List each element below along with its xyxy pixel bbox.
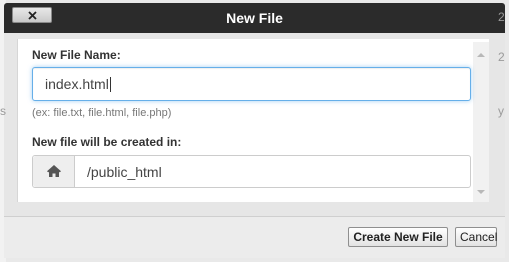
scroll-up-arrow-icon[interactable] bbox=[477, 53, 485, 57]
file-name-label: New File Name: bbox=[32, 48, 121, 62]
background-fragment: y bbox=[498, 104, 504, 118]
background-fragment: 2 bbox=[498, 10, 505, 24]
scrollbar[interactable] bbox=[473, 42, 489, 202]
dialog-titlebar: New File bbox=[4, 3, 505, 33]
home-icon bbox=[47, 165, 61, 177]
cancel-button[interactable]: Cancel bbox=[455, 227, 497, 247]
background-fragment: s bbox=[0, 104, 6, 118]
directory-field: /public_html bbox=[32, 155, 471, 188]
new-file-dialog: New File New File Name: (ex: file.txt, f… bbox=[0, 0, 509, 262]
text-caret bbox=[110, 77, 111, 92]
dialog-footer: Create New File Cancel bbox=[4, 216, 505, 258]
create-new-file-button[interactable]: Create New File bbox=[348, 227, 448, 247]
directory-path: /public_html bbox=[87, 164, 162, 180]
dialog-title: New File bbox=[226, 10, 283, 26]
scroll-down-arrow-icon[interactable] bbox=[477, 190, 485, 194]
directory-label: New file will be created in: bbox=[32, 135, 182, 149]
background-fragment: 2 bbox=[498, 50, 505, 64]
file-name-hint: (ex: file.txt, file.html, file.php) bbox=[32, 107, 172, 119]
directory-addon bbox=[33, 156, 75, 187]
file-name-input[interactable] bbox=[32, 67, 471, 101]
